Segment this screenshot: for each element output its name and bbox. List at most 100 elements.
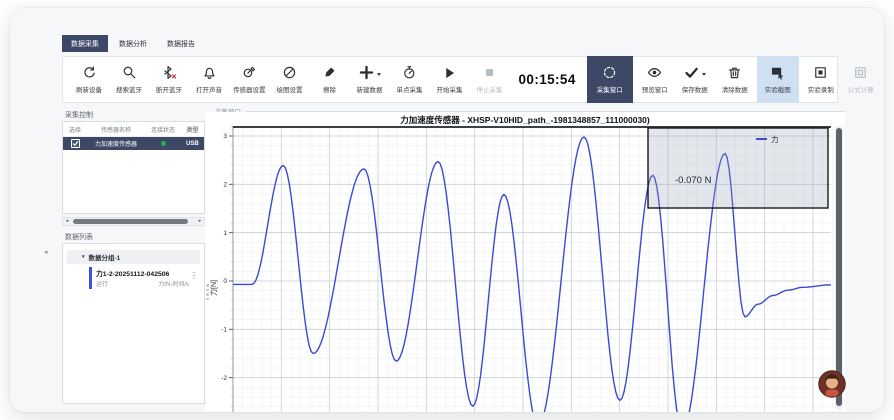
screenshot-icon [770, 65, 785, 85]
toolbar-button-erase[interactable]: 擦除 [312, 59, 348, 100]
dashed-circle-icon [602, 65, 617, 85]
sensor-table-header: 选择传感器名称连接状态类型 [63, 122, 204, 137]
toolbar: 刷新设备 搜索蓝牙 断开蓝牙 打开声音 传感器设置 绘图设置 擦除 新建数据 单点采集 开始采集 停… [62, 56, 838, 103]
toolbar-button-label: 断开蓝牙 [156, 88, 182, 95]
data-group-row[interactable]: ▾ 数据分组-1 [67, 250, 200, 264]
y-tick-label: -1 [221, 327, 227, 334]
annotation-value: -0.070 N [675, 175, 712, 186]
trash-icon [727, 65, 742, 85]
toolbar-button-plot-settings[interactable]: 绘图设置 [272, 59, 308, 100]
main-tab-bar: 数据采集数据分析数据报告 [62, 35, 204, 52]
record-icon [813, 65, 828, 85]
y-axis-title: 力[N] [209, 280, 218, 296]
toolbar-button-label: 搜索蓝牙 [116, 88, 142, 95]
plus-icon [359, 65, 374, 85]
chevron-down-icon[interactable] [377, 73, 381, 76]
toolbar-button-disconnect-bluetooth[interactable]: 断开蓝牙 [151, 59, 187, 100]
scrollbar-thumb[interactable] [73, 219, 188, 224]
data-item-title: 力1-2-20251112-042506 [96, 268, 169, 278]
formula-icon [853, 65, 868, 85]
toolbar-button-search-bluetooth[interactable]: 搜索蓝牙 [111, 59, 147, 100]
status-dot [161, 141, 166, 146]
y-tick-label: 1 [223, 230, 227, 237]
y-tick-label: -2 [221, 375, 227, 382]
chart-title: 力加速度传感器 - XHSP-V10HID_path_-1981348857_1… [205, 114, 845, 126]
brush-icon [322, 65, 337, 85]
accent-bar [89, 267, 92, 289]
tab-0[interactable]: 数据采集 [62, 35, 108, 52]
vertical-scrollbar-thumb[interactable] [836, 128, 842, 406]
toolbar-button-start-collect[interactable]: 开始采集 [432, 59, 468, 100]
compass-icon [282, 65, 297, 85]
toolbar-button-label: 清除数据 [722, 88, 748, 95]
toolbar-button-label: 开始采集 [437, 88, 463, 95]
toolbar-button-sound-on[interactable]: 打开声音 [191, 59, 227, 100]
toolbar-button-clear-data[interactable]: 清除数据 [717, 59, 753, 100]
toolbar-button-label: 擦除 [323, 88, 336, 95]
toolbar-button-label: 刷新设备 [76, 88, 102, 95]
scroll-left-icon[interactable]: ◂ [63, 219, 71, 224]
toolbar-button-experiment-record[interactable]: 实验录制 [803, 59, 839, 100]
toolbar-button-label: 预览窗口 [642, 88, 668, 95]
toolbar-button-label: 实验录制 [808, 88, 834, 95]
collection-timer: 00:15:54 [512, 72, 583, 87]
search-icon [122, 65, 137, 85]
bluetooth-disconnect-icon [162, 65, 177, 85]
toolbar-button-capture-window[interactable]: 采集窗口 [587, 56, 633, 103]
sensor-checkbox[interactable] [71, 139, 80, 148]
toolbar-button-label: 新建数据 [357, 88, 383, 95]
toolbar-button-stop-collect[interactable]: 停止采集 [472, 59, 508, 100]
tab-1[interactable]: 数据分析 [110, 35, 156, 52]
toolbar-button-refresh-device[interactable]: 刷新设备 [71, 59, 107, 100]
app-window: 数据采集数据分析数据报告 刷新设备 搜索蓝牙 断开蓝牙 打开声音 传感器设置 绘图设置 擦除… [10, 8, 884, 412]
data-list-item[interactable]: 力1-2-20251112-042506运行力/N-时间/s⋮ [89, 266, 200, 291]
legend-label: 力 [771, 134, 779, 144]
sensor-table-panel: 选择传感器名称连接状态类型 力加速度传感器 USB [62, 121, 205, 214]
toolbar-button-label: 打开声音 [196, 88, 222, 95]
bell-icon [202, 65, 217, 85]
sensor-name: 力加速度传感器 [87, 139, 145, 148]
vertical-scrollbar[interactable] [835, 126, 843, 410]
scroll-right-icon[interactable]: ▸ [196, 219, 204, 224]
toolbar-button-preview-window[interactable]: 预览窗口 [637, 59, 673, 100]
toolbar-button-sensor-settings[interactable]: 传感器设置 [231, 59, 268, 100]
toolbar-button-label: 保存数据 [682, 88, 708, 95]
toolbar-button-label: 公式计算 [848, 88, 874, 95]
chevron-down-icon[interactable]: ▾ [82, 254, 85, 260]
y-tick-label: 2 [223, 182, 227, 189]
toolbar-button-label: 采集窗口 [597, 88, 623, 95]
toolbar-button-label: 绘图设置 [277, 88, 303, 95]
capture-window-area: 采集窗口 力加速度传感器 - XHSP-V10HID_path_-1981348… [205, 104, 845, 412]
column-header: 传感器名称 [87, 125, 145, 134]
force-time-chart[interactable]: 3 2 1 0 -1 -2 力[N] -0.070 N 力 [205, 126, 845, 412]
toolbar-button-label: 停止采集 [477, 88, 503, 95]
eye-icon [647, 65, 662, 85]
group-label: 数据分组-1 [89, 252, 121, 262]
column-header: 选择 [63, 125, 87, 134]
tab-2[interactable]: 数据报告 [158, 35, 204, 52]
toolbar-button-save-data[interactable]: 保存数据 [677, 59, 713, 100]
scrollbar-track[interactable] [71, 219, 196, 224]
y-tick-label: 3 [223, 133, 227, 140]
data-item-axes: 力/N-时间/s [158, 279, 189, 288]
y-tick-label: 0 [223, 278, 227, 285]
collapse-panel-arrow[interactable]: ◂ [44, 248, 48, 256]
item-menu-icon[interactable]: ⋮ [190, 272, 198, 280]
toolbar-button-label: 传感器设置 [233, 88, 266, 95]
toolbar-button-label: 单点采集 [397, 88, 423, 95]
toolbar-button-point-collect[interactable]: 单点采集 [392, 59, 428, 100]
floating-avatar-button[interactable] [818, 370, 846, 398]
sensor-type: USB [181, 141, 204, 147]
panel-splitter[interactable] [206, 284, 210, 300]
stopwatch-icon [402, 65, 417, 85]
screenshot-selection-box[interactable] [648, 128, 828, 208]
toolbar-button-formula-calc[interactable]: 公式计算 [843, 59, 879, 100]
column-header: 连接状态 [145, 125, 181, 134]
chevron-down-icon[interactable] [702, 73, 706, 76]
horizontal-scrollbar[interactable]: ◂ ▸ [62, 217, 205, 226]
column-header: 类型 [181, 125, 204, 134]
toolbar-button-experiment-screenshot[interactable]: 实验截图 [757, 56, 799, 103]
toolbar-button-label: 实验截图 [765, 88, 791, 95]
toolbar-button-new-data[interactable]: 新建数据 [352, 59, 388, 100]
sensor-row[interactable]: 力加速度传感器 USB [63, 137, 204, 150]
